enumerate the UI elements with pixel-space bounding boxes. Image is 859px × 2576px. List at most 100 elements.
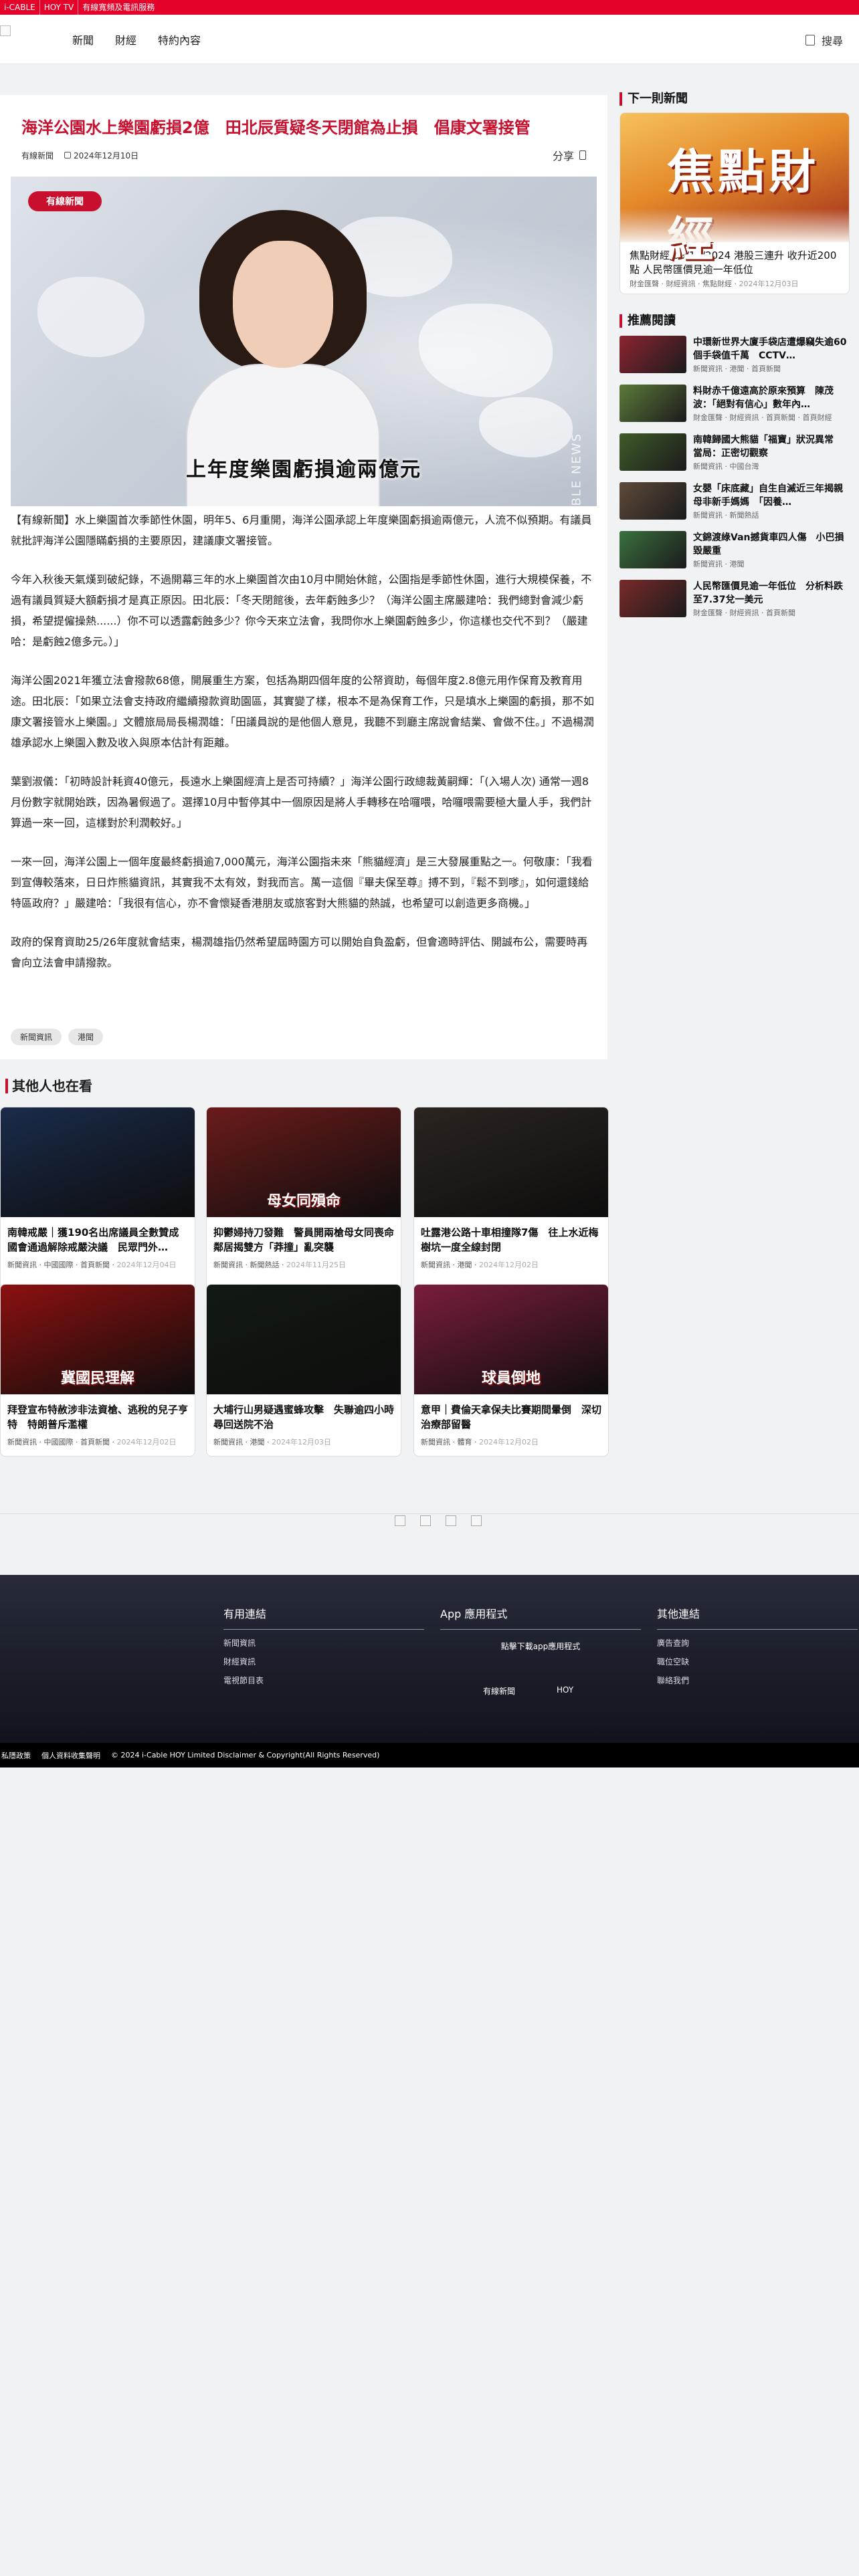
next-news-cat[interactable]: 財經資訊 bbox=[666, 280, 696, 288]
section-divider bbox=[0, 1513, 859, 1514]
recommended-thumbnail bbox=[619, 336, 686, 373]
nav-item-news[interactable]: 新聞 bbox=[72, 31, 94, 47]
recommended-thumbnail bbox=[619, 433, 686, 471]
recommended-title: 料財赤千億遠高於原來預算 陳茂波：「絕對有信心」數年內… bbox=[693, 386, 834, 410]
other-news-card[interactable]: 南韓戒嚴｜獲190名出席議員全數贊成國會通過解除戒嚴決議 民眾門外… 新聞資訊 ·… bbox=[0, 1107, 195, 1298]
site-logo-image[interactable] bbox=[0, 25, 11, 36]
search-button[interactable]: 搜尋 bbox=[805, 32, 843, 48]
channel-logo: 有線新聞 bbox=[28, 191, 102, 211]
personal-data-link[interactable]: 個人資料收集聲明 bbox=[41, 1750, 100, 1761]
share-button[interactable]: 分享 bbox=[553, 147, 587, 163]
recommended-title: 南韓歸國大熊貓「福寶」狀況異常 當局：正密切觀察 bbox=[693, 435, 843, 459]
app-cable-news-button[interactable]: 有線新聞 bbox=[483, 1685, 515, 1697]
recommended-item[interactable]: 料財赤千億遠高於原來預算 陳茂波：「絕對有信心」數年內… 財金匯聲 · 財經資訊 … bbox=[619, 385, 850, 425]
partner-image-icon[interactable] bbox=[420, 1515, 431, 1526]
recommended-meta: 新聞資訊 · 港聞 · 首頁新聞 bbox=[693, 364, 781, 373]
article-paragraph: 政府的保育資助25/26年度就會結束，楊潤雄指仍然希望屆時園方可以開始自負盈虧，… bbox=[11, 936, 588, 969]
article-paragraph: 一來一回，海洋公園上一個年度最終虧損逾7,000萬元，海洋公園指未來「熊貓經濟」… bbox=[11, 855, 593, 909]
news-anchor-body bbox=[186, 364, 380, 506]
other-news-cats: 新聞資訊 · 中國國際 · 首頁新聞 bbox=[7, 1261, 110, 1269]
app-buttons: 有線新聞 HOY bbox=[440, 1685, 641, 1697]
footer-col-title: 其他連結 bbox=[657, 1605, 858, 1630]
other-news-thumbnail bbox=[207, 1285, 401, 1394]
partner-image-icon[interactable] bbox=[471, 1515, 482, 1526]
footer-col-title: App 應用程式 bbox=[440, 1605, 641, 1630]
other-news-thumbnail: 冀國民理解 bbox=[1, 1285, 195, 1394]
article-paragraph: 今年入秋後天氣熯到破紀錄，不過開幕三年的水上樂園首次由10月中開始休館，公園指是… bbox=[11, 573, 592, 648]
tag-local[interactable]: 港聞 bbox=[68, 1029, 104, 1045]
other-news-date: 2024年11月25日 bbox=[286, 1261, 346, 1269]
news-anchor-face bbox=[233, 241, 333, 368]
other-news-date: 2024年12月02日 bbox=[479, 1261, 539, 1269]
other-news-title: 南韓戒嚴｜獲190名出席議員全數贊成國會通過解除戒嚴決議 民眾門外… bbox=[7, 1226, 179, 1253]
article-title: 海洋公園水上樂園虧損2億 田北辰質疑冬天閉館為止損 倡康文署接管 bbox=[21, 118, 531, 137]
other-news-thumbnail: 球員倒地 bbox=[414, 1285, 608, 1394]
other-news-meta: 新聞資訊 · 新聞熱話 · 2024年11月25日 bbox=[213, 1261, 346, 1269]
partner-image-icon[interactable] bbox=[395, 1515, 405, 1526]
recommended-item[interactable]: 人民幣匯價見逾一年低位 分析料跌至7.37兌一美元 財金匯聲 · 財經資訊 · 首… bbox=[619, 580, 850, 620]
nav-item-sponsored[interactable]: 特約內容 bbox=[158, 31, 201, 47]
footer-app: App 應用程式 點擊下載app應用程式 有線新聞 HOY bbox=[440, 1605, 641, 1697]
app-hoy-button[interactable]: HOY bbox=[557, 1685, 573, 1697]
nav-item-finance[interactable]: 財經 bbox=[115, 31, 136, 47]
other-news-meta: 新聞資訊 · 中國國際 · 首頁新聞 · 2024年12月04日 bbox=[7, 1261, 177, 1269]
search-icon bbox=[805, 35, 815, 45]
other-news-meta: 新聞資訊 · 體育 · 2024年12月02日 bbox=[421, 1438, 539, 1446]
other-news-card[interactable]: 吐露港公路十車相撞隊7傷 往上水近梅樹坑一度全線封閉 新聞資訊 · 港聞 · 20… bbox=[413, 1107, 609, 1298]
next-news-cat[interactable]: 財金匯聲 bbox=[630, 280, 659, 288]
other-news-card[interactable]: 母女同殞命 抑鬱婦持刀發難 警員開兩槍母女同喪命 鄰居揭雙方「莽撞」亂突襲 新聞資訊… bbox=[206, 1107, 401, 1298]
thumbnail-overlay-text: 母女同殞命 bbox=[266, 1193, 341, 1210]
topbar-link-broadband[interactable]: 有線寬頻及電訊服務 bbox=[78, 0, 159, 15]
article-source: 有線新聞 bbox=[21, 151, 54, 160]
topbar-link-icable[interactable]: i-CABLE bbox=[0, 0, 39, 15]
recommended-item[interactable]: 文錦渡綠Van撼貨車四人傷 小巴損毀嚴重 新聞資訊 · 港聞 bbox=[619, 531, 850, 571]
other-news-date: 2024年12月02日 bbox=[116, 1438, 177, 1446]
footer-link[interactable]: 新聞資訊 bbox=[223, 1638, 424, 1648]
other-news-card[interactable]: 冀國民理解拜登宣布特赦涉非法資槍、逃稅的兒子亨特 特朗普斥濫權新聞資訊 · 中國… bbox=[0, 1284, 195, 1457]
article-video-player[interactable]: 有線新聞 CABLE NEWS 上年度樂園虧損逾兩億元 bbox=[11, 177, 597, 506]
site-footer: 有用連結 新聞資訊 財經資訊 電視節目表 App 應用程式 點擊下載app應用程… bbox=[0, 1575, 859, 1767]
footer-link[interactable]: 聯絡我們 bbox=[657, 1675, 858, 1686]
article-paragraph: 【有線新聞】水上樂園首次季節性休園，明年5、6月重開，海洋公園承認上年度樂園虧損… bbox=[11, 514, 592, 547]
other-news-thumbnail: 母女同殞命 bbox=[207, 1107, 401, 1217]
topbar-link-hoytv[interactable]: HOY TV bbox=[39, 0, 78, 15]
footer-useful-links: 有用連結 新聞資訊 財經資訊 電視節目表 bbox=[223, 1605, 424, 1686]
other-news-meta: 新聞資訊 · 中國國際 · 首頁新聞 · 2024年12月02日 bbox=[7, 1438, 177, 1446]
other-news-title: 拜登宣布特赦涉非法資槍、逃稅的兒子亨特 特朗普斥濫權 bbox=[7, 1404, 189, 1430]
partner-image-icon[interactable] bbox=[446, 1515, 456, 1526]
footer-link[interactable]: 電視節目表 bbox=[223, 1675, 424, 1686]
next-news-cat[interactable]: 焦點財經 bbox=[702, 280, 732, 288]
footer-link[interactable]: 職位空缺 bbox=[657, 1656, 858, 1667]
other-news-thumbnail bbox=[1, 1107, 195, 1217]
recommended-thumbnail bbox=[619, 580, 686, 617]
other-news-cats: 新聞資訊 · 體育 bbox=[421, 1438, 472, 1446]
recommended-thumbnail bbox=[619, 531, 686, 568]
thumbnail-overlay-text: 球員倒地 bbox=[481, 1370, 541, 1387]
recommended-item[interactable]: 南韓歸國大熊貓「福寶」狀況異常 當局：正密切觀察 新聞資訊 · 中國台灣 bbox=[619, 433, 850, 473]
privacy-policy-link[interactable]: 私隱政策 bbox=[1, 1750, 31, 1761]
recommended-thumbnail bbox=[619, 482, 686, 520]
recommended-item[interactable]: 女嬰「床底藏」自生自滅近三年揭親母非新手媽媽 「因養… 新聞資訊 · 新聞熱話 bbox=[619, 482, 850, 522]
footer-link[interactable]: 廣告查詢 bbox=[657, 1638, 858, 1648]
tag-news[interactable]: 新聞資訊 bbox=[11, 1029, 62, 1045]
footer-bottom-bar: 私隱政策 個人資料收集聲明 © 2024 i-Cable HOY Limited… bbox=[0, 1743, 859, 1767]
thumbnail-overlay-text: 冀國民理解 bbox=[60, 1370, 134, 1387]
recommended-item[interactable]: 中環新世界大廈手袋店遭爆竊失逾60個手袋值千萬 CCTV… 新聞資訊 · 港聞 ·… bbox=[619, 336, 850, 376]
other-news-card[interactable]: 球員倒地意甲｜費倫天拿保夫比賽期間暈倒 深切治療部留醫新聞資訊 · 體育 · 2… bbox=[413, 1284, 609, 1457]
top-brand-bar: i-CABLE HOY TV 有線寬頻及電訊服務 bbox=[0, 0, 859, 15]
other-news-title: 意甲｜費倫天拿保夫比賽期間暈倒 深切治療部留醫 bbox=[421, 1404, 602, 1430]
recommended-title: 文錦渡綠Van撼貨車四人傷 小巴損毀嚴重 bbox=[693, 532, 844, 556]
recommended-meta: 財金匯聲 · 財經資訊 · 首頁新聞 bbox=[693, 609, 795, 617]
other-news-thumbnail bbox=[414, 1107, 608, 1217]
next-news-card[interactable]: 焦點財經 焦點財經 03/12/2024 港股三連升 收升近200點 人民幣匯價… bbox=[619, 112, 850, 294]
main-nav: 新聞 財經 特約內容 搜尋 bbox=[0, 15, 859, 64]
other-news-card[interactable]: 大埔行山男疑遇蜜蜂攻擊 失聯逾四小時尋回送院不治 新聞資訊 · 港聞 · 2024… bbox=[206, 1284, 401, 1457]
footer-link[interactable]: 財經資訊 bbox=[223, 1656, 424, 1667]
recommended-meta: 新聞資訊 · 新聞熱話 bbox=[693, 511, 759, 520]
clock-icon bbox=[64, 152, 72, 158]
recommended-heading: 推薦閱讀 bbox=[619, 314, 676, 328]
other-news-cats: 新聞資訊 · 中國國際 · 首頁新聞 bbox=[7, 1438, 110, 1446]
next-news-heading: 下一則新聞 bbox=[619, 92, 688, 106]
others-heading: 其他人也在看 bbox=[5, 1079, 92, 1093]
next-news-date: 2024年12月03日 bbox=[739, 280, 799, 288]
